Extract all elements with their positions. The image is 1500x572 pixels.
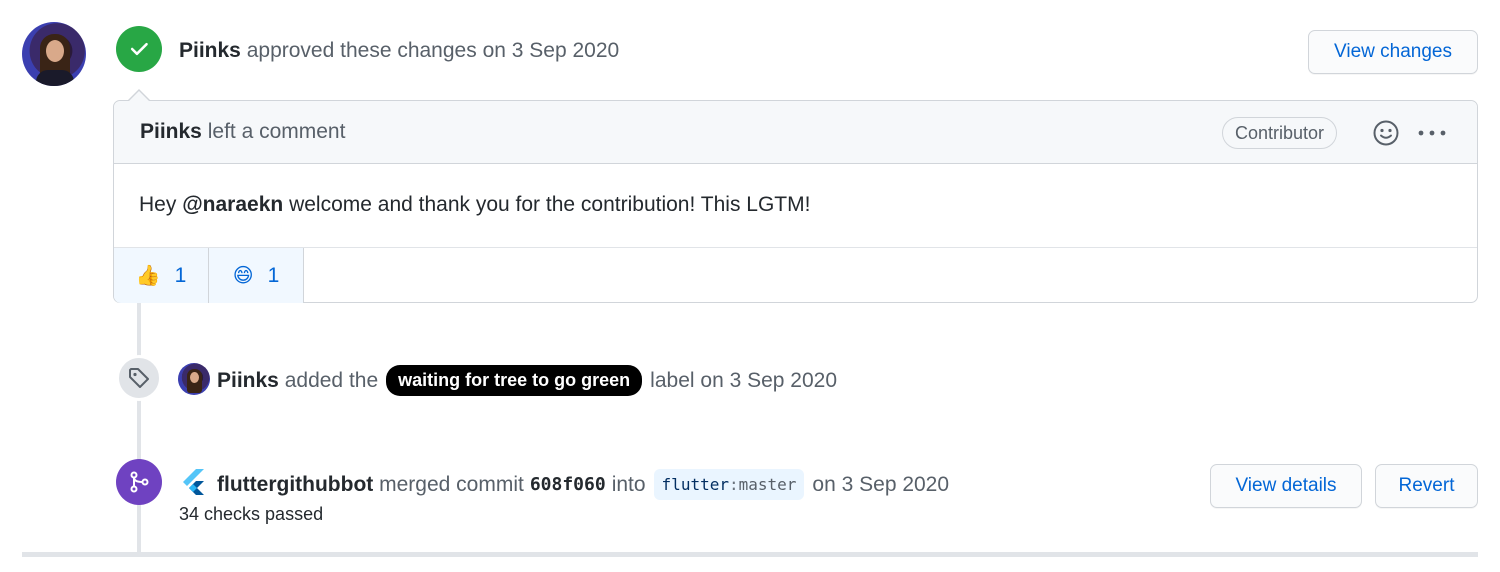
smile-icon: 😄 bbox=[232, 265, 254, 287]
merge-event-text: fluttergithubbot merged commit 608f060 i… bbox=[217, 469, 949, 500]
check-icon bbox=[116, 26, 162, 72]
review-author[interactable]: Piinks bbox=[179, 39, 241, 62]
commit-sha[interactable]: 608f060 bbox=[530, 474, 606, 495]
review-date[interactable]: on 3 Sep 2020 bbox=[483, 39, 620, 62]
comment-header-text: Piinks left a comment bbox=[140, 120, 345, 144]
reaction-count: 1 bbox=[267, 263, 280, 287]
flutter-bot-avatar-icon[interactable] bbox=[179, 467, 209, 497]
user-mention[interactable]: @naraekn bbox=[182, 193, 283, 216]
merge-into: into bbox=[611, 472, 646, 496]
label-author[interactable]: Piinks bbox=[217, 369, 279, 393]
reviewer-avatar[interactable] bbox=[22, 22, 86, 86]
label-author-avatar[interactable] bbox=[178, 363, 210, 395]
branch-repo: flutter bbox=[661, 475, 729, 494]
label-pill[interactable]: waiting for tree to go green bbox=[386, 365, 643, 396]
comment-header: Piinks left a comment Contributor bbox=[114, 101, 1477, 164]
reactions-bar: 👍 1 😄 1 bbox=[114, 247, 1477, 303]
merge-author[interactable]: fluttergithubbot bbox=[217, 473, 373, 497]
branch-name: master bbox=[738, 475, 797, 494]
label-action: added the bbox=[284, 368, 379, 392]
comment-action: left a comment bbox=[207, 120, 346, 143]
branch-separator: : bbox=[728, 475, 739, 494]
merge-date[interactable]: on 3 Sep 2020 bbox=[812, 473, 949, 497]
git-merge-icon bbox=[116, 459, 162, 505]
label-event-text: Piinks added the waiting for tree to go … bbox=[217, 365, 837, 396]
reaction-thumbsup[interactable]: 👍 1 bbox=[114, 248, 209, 303]
comment-arrow-inner bbox=[128, 91, 150, 102]
kebab-horizontal-icon[interactable] bbox=[1416, 119, 1448, 147]
tag-icon bbox=[116, 355, 162, 401]
revert-button[interactable]: Revert bbox=[1375, 464, 1478, 508]
reaction-count: 1 bbox=[174, 263, 187, 287]
smiley-icon[interactable] bbox=[1372, 119, 1400, 147]
comment-body: Hey @naraekn welcome and thank you for t… bbox=[139, 193, 810, 217]
review-action: approved these changes bbox=[246, 39, 477, 62]
timeline-end-divider bbox=[22, 552, 1478, 557]
comment-body-prefix: Hey bbox=[139, 193, 177, 216]
review-summary: Piinks approved these changes on 3 Sep 2… bbox=[179, 39, 619, 63]
label-date[interactable]: on 3 Sep 2020 bbox=[700, 369, 837, 393]
comment-box: Piinks left a comment Contributor Hey @n… bbox=[113, 100, 1478, 303]
label-suffix: label bbox=[650, 368, 695, 392]
comment-author[interactable]: Piinks bbox=[140, 120, 202, 143]
thumbsup-icon: 👍 bbox=[135, 265, 161, 287]
view-details-button[interactable]: View details bbox=[1210, 464, 1362, 508]
branch-ref[interactable]: flutter:master bbox=[653, 469, 805, 500]
view-changes-button[interactable]: View changes bbox=[1308, 30, 1478, 74]
merge-action: merged commit bbox=[379, 472, 524, 496]
contributor-badge: Contributor bbox=[1222, 117, 1338, 149]
checks-status: 34 checks passed bbox=[179, 504, 324, 524]
comment-body-suffix: welcome and thank you for the contributi… bbox=[289, 193, 811, 216]
reaction-smile[interactable]: 😄 1 bbox=[209, 248, 304, 303]
